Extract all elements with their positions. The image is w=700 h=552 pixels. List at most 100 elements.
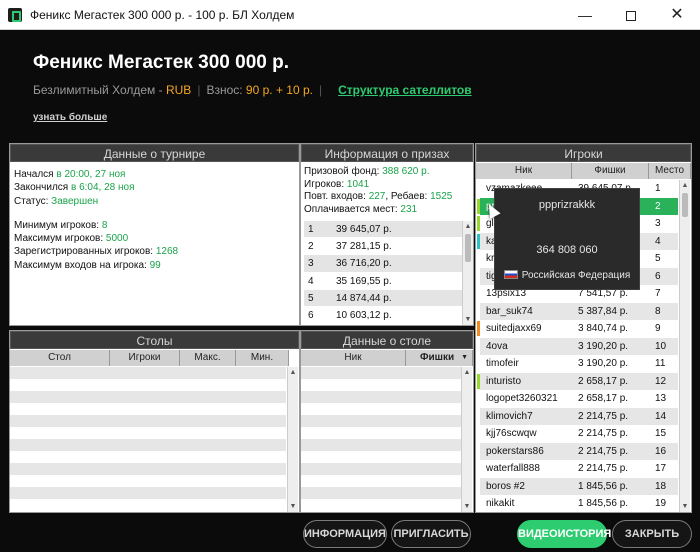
scroll-down-icon[interactable]: ▼ [680, 501, 690, 512]
sort-down-icon: ▼ [461, 354, 468, 361]
player-nick: klimovich7 [486, 410, 533, 422]
col-nick[interactable]: Ник [301, 350, 406, 366]
player-row[interactable]: kjj76scwqw 2 214,75 р. 15 [480, 425, 678, 442]
players-count-label: Игроков: [304, 178, 347, 190]
player-nick: suitedjaxx69 [486, 323, 542, 334]
tournament-subline: Безлимитный Холдем - RUB | Взнос: 90 р. + … [33, 83, 472, 97]
col-max[interactable]: Макс. [180, 350, 236, 366]
prize-row: 2 37 281,15 р. [304, 238, 462, 256]
players-heading: Игроки [476, 144, 691, 162]
player-chips: 3 840,74 р. [578, 323, 629, 334]
rebuys-value: 1525 [430, 191, 453, 202]
scroll-up-icon[interactable]: ▲ [680, 180, 690, 191]
window-titlebar: Феникс Мегастек 300 000 р. - 100 р. БЛ Х… [0, 0, 700, 30]
player-nick: bar_suk74 [486, 305, 533, 317]
player-place: 8 [655, 305, 661, 317]
prize-row: 6 10 603,12 р. [304, 307, 462, 325]
player-nick: boros #2 [486, 480, 525, 492]
learn-more-link[interactable]: узнать больше [33, 112, 107, 123]
scroll-up-icon[interactable]: ▲ [462, 367, 472, 378]
player-place: 16 [655, 445, 667, 457]
player-place: 7 [655, 288, 661, 299]
tooltip-name: ppprizrakkk [538, 199, 596, 211]
col-min[interactable]: Мин. [236, 350, 289, 366]
prize-pool-value: 388 620 р. [382, 166, 430, 177]
satellites-link[interactable]: Структура сателлитов [338, 83, 472, 97]
scroll-up-icon[interactable]: ▲ [288, 367, 298, 378]
min-players-value: 8 [101, 219, 108, 231]
prize-scrollbar[interactable]: ▲ ▼ [462, 221, 473, 325]
player-row[interactable]: suitedjaxx69 3 840,74 р. 9 [477, 320, 678, 337]
window-title: Феникс Мегастек 300 000 р. - 100 р. БЛ Х… [30, 8, 295, 22]
registered-value: 1268 [155, 246, 179, 258]
player-row[interactable]: klimovich7 2 214,75 р. 14 [480, 407, 678, 425]
player-tooltip: ppprizrakkk 364 808 060 Российская Федер… [494, 188, 640, 290]
player-row[interactable]: logopet3260321 2 658,17 р. 13 [480, 390, 678, 407]
player-chips: 2 214,75 р. [578, 463, 629, 474]
col-chips[interactable]: Фишки ▼ [406, 350, 473, 366]
close-window-button[interactable]: ✕ [654, 0, 700, 30]
scroll-thumb[interactable] [465, 234, 471, 262]
scroll-down-icon[interactable]: ▼ [288, 501, 298, 512]
separator: | [318, 83, 323, 97]
tables-scrollbar[interactable]: ▲ ▼ [287, 367, 298, 512]
russia-flag-icon [503, 270, 518, 279]
scroll-down-icon[interactable]: ▼ [463, 314, 473, 325]
player-place: 2 [655, 200, 661, 212]
player-marker [477, 373, 480, 389]
player-place: 19 [655, 498, 667, 509]
prize-place: 1 [308, 224, 314, 235]
prize-pool-label: Призовой фонд: [304, 166, 383, 177]
minimize-button[interactable]: — [562, 0, 608, 30]
video-history-button[interactable]: ВИДЕОИСТОРИЯ [517, 520, 611, 548]
player-chips: 1 845,56 р. [578, 498, 629, 509]
max-players-label: Максимум игроков: [14, 233, 106, 245]
player-chips: 2 214,75 р. [578, 410, 629, 422]
players-scrollbar[interactable]: ▲ ▼ [679, 180, 690, 512]
table-data-scrollbar[interactable]: ▲ ▼ [461, 367, 472, 512]
player-place: 15 [655, 428, 667, 439]
player-row[interactable]: nikakit 1 845,56 р. 19 [480, 495, 678, 512]
tournament-info-panel: Данные о турнире Начался в 20:00, 27 ноя… [9, 143, 300, 326]
players-count-value: 1041 [346, 178, 370, 190]
player-place: 5 [655, 253, 661, 264]
player-row[interactable]: timofeir 3 190,20 р. 11 [480, 355, 678, 372]
player-row[interactable]: inturisto 2 658,17 р. 12 [477, 372, 678, 390]
prize-table: 1 39 645,07 р. 2 37 281,15 р. 3 36 716,20 р… [304, 221, 462, 325]
maximize-button[interactable] [608, 0, 654, 30]
col-player-place[interactable]: Место [649, 163, 691, 179]
player-marker [477, 216, 480, 231]
prize-place: 2 [308, 241, 314, 253]
col-table[interactable]: Стол [10, 350, 110, 366]
player-place: 14 [655, 410, 667, 422]
ended-label: Закончился [14, 182, 71, 194]
maximize-icon [626, 11, 636, 22]
player-row[interactable]: bar_suk74 5 387,84 р. 8 [480, 302, 678, 320]
scroll-thumb[interactable] [682, 193, 688, 217]
col-player-nick[interactable]: Ник [476, 163, 572, 179]
player-marker [477, 321, 480, 336]
player-chips: 2 658,17 р. [578, 393, 629, 404]
player-row[interactable]: 4ova 3 190,20 р. 10 [480, 337, 678, 355]
col-player-chips[interactable]: Фишки [572, 163, 649, 179]
player-row[interactable]: pokerstars86 2 214,75 р. 16 [480, 442, 678, 460]
info-button[interactable]: ИНФОРМАЦИЯ [303, 520, 387, 548]
prize-row: 5 14 874,44 р. [304, 289, 462, 307]
col-players[interactable]: Игроки [110, 350, 180, 366]
scroll-up-icon[interactable]: ▲ [463, 221, 473, 232]
prize-amount: 10 603,12 р. [336, 309, 392, 321]
prize-row: 3 36 716,20 р. [304, 255, 462, 273]
close-button[interactable]: ЗАКРЫТЬ [612, 520, 692, 548]
player-row[interactable]: waterfall888 2 214,75 р. 17 [480, 460, 678, 477]
prize-info-panel: Информация о призах Призовой фонд: 388 6… [300, 143, 474, 326]
scroll-down-icon[interactable]: ▼ [462, 501, 472, 512]
tables-heading: Столы [10, 331, 299, 349]
prize-info-heading: Информация о призах [301, 144, 473, 162]
separator: | [197, 83, 201, 97]
invite-button[interactable]: ПРИГЛАСИТЬ [391, 520, 471, 548]
player-nick: nikakit [486, 498, 515, 509]
player-row[interactable]: boros #2 1 845,56 р. 18 [480, 477, 678, 495]
prize-amount: 36 716,20 р. [336, 258, 392, 270]
prize-place: 3 [308, 258, 314, 270]
tooltip-country-label: Российская Федерация [521, 270, 631, 281]
